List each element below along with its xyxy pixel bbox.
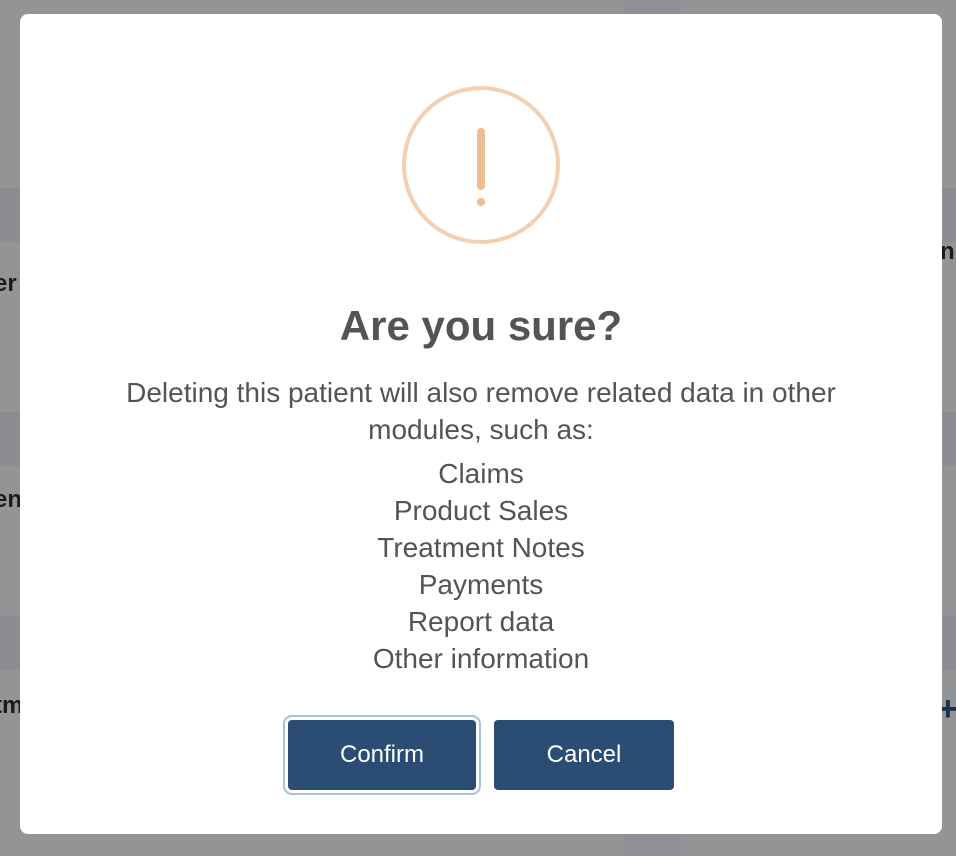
exclamation-dot bbox=[477, 198, 485, 206]
dialog-message: Deleting this patient will also remove r… bbox=[126, 377, 836, 445]
confirm-button[interactable]: Confirm bbox=[288, 720, 476, 790]
affected-data-list: Claims Product Sales Treatment Notes Pay… bbox=[20, 455, 942, 677]
list-item: Payments bbox=[418, 569, 544, 600]
exclamation-bar bbox=[477, 128, 485, 190]
list-item: Report data bbox=[407, 606, 555, 637]
list-item: Other information bbox=[372, 643, 590, 674]
list-item: Treatment Notes bbox=[377, 532, 585, 563]
dialog-title: Are you sure? bbox=[339, 302, 623, 349]
confirm-delete-dialog: Are you sure? Deleting this patient will… bbox=[20, 14, 942, 834]
list-item: Product Sales bbox=[393, 495, 569, 526]
cancel-button[interactable]: Cancel bbox=[494, 720, 674, 790]
warning-exclamation-icon bbox=[402, 86, 560, 244]
list-item: Claims bbox=[438, 458, 524, 489]
app-page: er en tm n + Are you sure? Deleting this… bbox=[0, 0, 956, 856]
